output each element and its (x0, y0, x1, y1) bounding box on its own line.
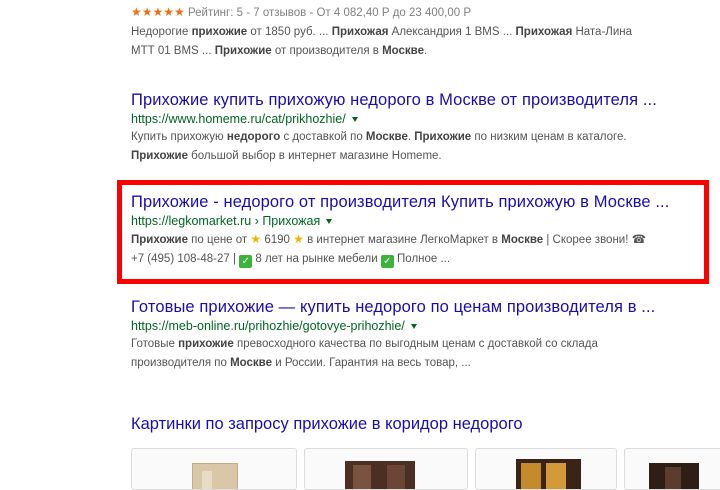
snippet-text: Недорогие (131, 26, 192, 38)
result-snippet: Прихожие по цене от ★ 6190 ★ в интернет … (131, 230, 691, 269)
snippet-text: Купить прихожую (131, 131, 227, 143)
furniture-image (387, 465, 405, 489)
snippet-text: от 1850 руб. ... (247, 26, 332, 38)
snippet-text: МТТ 01 BMS ... (131, 45, 215, 57)
result-snippet: Готовые прихожие превосходного качества … (131, 335, 691, 373)
snippet-bold: Москве (501, 234, 544, 246)
snippet-text: по цене от (187, 234, 251, 246)
image-thumbnail[interactable] (304, 448, 468, 490)
rating-text: Рейтинг: 5 - 7 отзывов - От 4 082,40 Р д… (188, 7, 472, 19)
snippet-text: с доставкой по (280, 131, 366, 143)
snippet-bold: Прихожие (414, 131, 472, 143)
phone-icon: ☎ (631, 234, 646, 246)
snippet-bold: Прихожие (131, 234, 188, 246)
url-text: https://legkomarket.ru (131, 214, 252, 228)
result-title-link[interactable]: Прихожие - недорого от производителя Куп… (131, 192, 691, 212)
snippet-bold: прихожие (191, 26, 248, 38)
snippet-text: в интернет магазине ЛегкоМаркет в (303, 234, 502, 246)
snippet-text: 6190 (264, 234, 290, 246)
result-url[interactable]: https://legkomarket.ru › Прихожая (131, 212, 691, 230)
url-text: https://meb-online.ru/prihozhie/gotovye-… (131, 319, 405, 333)
snippet-text: производителя по (131, 357, 231, 369)
snippet-text: Александрия 1 BMS ... (388, 26, 516, 38)
result-url[interactable]: https://www.homeme.ru/cat/prikhozhie/ (131, 110, 691, 128)
snippet-text: | Скорее звони! (543, 234, 632, 246)
furniture-image (202, 471, 212, 489)
snippet-text: по низким ценам в каталоге. (471, 131, 627, 143)
checkmark-icon: ✓ (239, 255, 253, 268)
image-thumbnail[interactable] (624, 448, 720, 490)
search-result-meb-online: Готовые прихожие — купить недорого по це… (131, 297, 691, 373)
dropdown-arrow-icon[interactable] (351, 117, 358, 123)
rating-stars: ★★★★★ (131, 5, 185, 19)
result-snippet: Купить прихожую недорого с доставкой по … (131, 128, 691, 166)
checkmark-icon: ✓ (380, 255, 394, 268)
image-thumbnail[interactable] (131, 448, 297, 490)
snippet-text: от производителя в (271, 45, 383, 57)
result-title-link[interactable]: Прихожие купить прихожую недорого в Моск… (131, 90, 691, 110)
snippet-bold: Москве (365, 131, 408, 143)
snippet-text: . (423, 45, 428, 57)
snippet-text: превосходного качества по выгодным ценам… (233, 338, 598, 350)
furniture-image (192, 463, 238, 489)
snippet-text: большой выбор в интернет магазине Homeme… (187, 150, 442, 162)
snippet-bold: Москве (230, 357, 272, 369)
search-result-homeme: Прихожие купить прихожую недорого в Моск… (131, 90, 691, 166)
url-text: https://www.homeme.ru/cat/prikhozhie/ (131, 112, 346, 126)
images-section-title[interactable]: Картинки по запросу прихожие в коридор н… (131, 415, 523, 434)
snippet-bold: Москве (382, 45, 424, 57)
result-url[interactable]: https://meb-online.ru/prihozhie/gotovye-… (131, 317, 691, 335)
snippet-bold: прихожие (178, 338, 234, 350)
snippet-text: Готовые (131, 338, 179, 350)
star-icon: ★ (250, 232, 262, 246)
furniture-image (546, 463, 566, 489)
result-title-link[interactable]: Готовые прихожие — купить недорого по це… (131, 297, 691, 317)
furniture-image (665, 467, 681, 489)
snippet-text: Полное ... (397, 253, 451, 265)
image-thumbnail[interactable] (475, 448, 617, 490)
snippet-bold: Прихожие (131, 150, 188, 162)
furniture-image (521, 463, 541, 489)
snippet-bold: недорого (226, 131, 281, 143)
dropdown-arrow-icon[interactable] (326, 219, 333, 225)
snippet-text: 8 лет на рынке мебели (255, 253, 381, 265)
search-result-legkomarket: Прихожие - недорого от производителя Куп… (131, 192, 691, 269)
furniture-image (353, 465, 371, 489)
star-icon: ★ (293, 232, 304, 246)
url-breadcrumb[interactable]: Прихожая (262, 214, 320, 228)
snippet-text: и России. Гарантия на весь товар, ... (272, 357, 471, 369)
snippet-bold: Прихожая (331, 26, 389, 38)
dropdown-arrow-icon[interactable] (410, 324, 417, 330)
snippet-bold: Прихожая (515, 26, 573, 38)
snippet-bold: Прихожие (214, 45, 272, 57)
rating-line: ★★★★★ Рейтинг: 5 - 7 отзывов - От 4 082,… (131, 3, 691, 23)
result-snippet: Недорогие прихожие от 1850 руб. ... Прих… (131, 23, 691, 61)
snippet-text: Ната-Лина (572, 26, 633, 38)
snippet-text: +7 (495) 108-48-27 | (131, 253, 240, 265)
search-result-top: ★★★★★ Рейтинг: 5 - 7 отзывов - От 4 082,… (131, 3, 691, 61)
